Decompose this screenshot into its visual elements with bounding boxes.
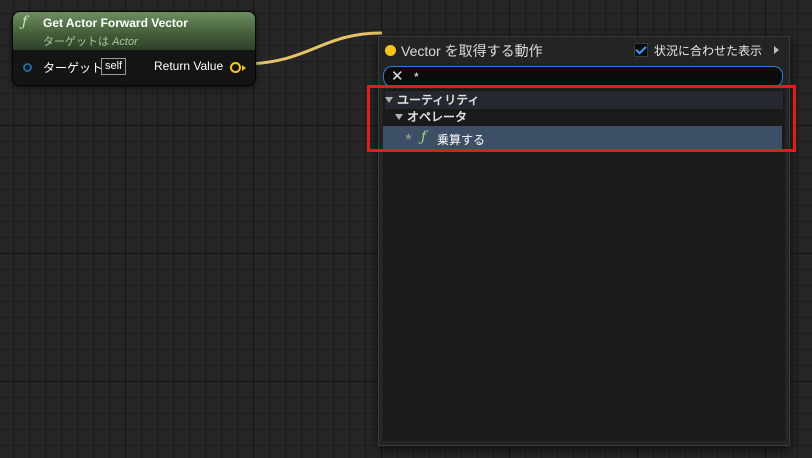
return-value-pin-icon[interactable] xyxy=(230,62,241,73)
action-context-menu: Vector を取得する動作 状況に合わせた表示 ✕ ユーティリティ オペレータ… xyxy=(378,36,790,446)
expand-arrow-icon[interactable] xyxy=(774,46,779,54)
return-value-arrow-icon xyxy=(242,65,246,71)
function-icon: ƒ xyxy=(421,129,427,145)
tree-subcategory-label: オペレータ xyxy=(407,110,468,124)
function-icon: ƒ xyxy=(22,14,28,30)
node-header[interactable]: ƒ Get Actor Forward Vector ターゲットは Actor xyxy=(13,12,255,50)
tree-category-operators[interactable]: オペレータ xyxy=(395,108,783,126)
tree-category-utilities[interactable]: ユーティリティ xyxy=(385,91,783,109)
node-body: ターゲット self Return Value xyxy=(13,50,255,85)
search-box: ✕ xyxy=(383,66,783,87)
node-subtitle-prefix: ターゲットは xyxy=(43,36,113,48)
tree-category-label: ユーティリティ xyxy=(397,93,480,107)
context-sensitive-checkbox[interactable] xyxy=(634,43,648,57)
clear-search-icon[interactable]: ✕ xyxy=(391,68,404,85)
menu-header: Vector を取得する動作 状況に合わせた表示 xyxy=(379,37,789,65)
collapse-triangle-icon[interactable] xyxy=(385,97,393,103)
node-title: Get Actor Forward Vector xyxy=(43,16,188,30)
return-value-label: Return Value xyxy=(154,59,224,73)
target-default-value: self xyxy=(101,58,127,75)
node-subtitle-class: Actor xyxy=(112,36,138,48)
menu-title: Vector を取得する動作 xyxy=(401,43,543,59)
target-pin-icon[interactable] xyxy=(23,63,32,72)
favorite-star-icon[interactable]: ★ xyxy=(404,132,413,143)
vector-type-dot-icon xyxy=(385,45,396,56)
target-pin-label: ターゲット xyxy=(43,61,104,75)
action-results-tree[interactable]: ユーティリティ オペレータ ★ ƒ 乗算する xyxy=(383,89,785,441)
tree-item-label: 乗算する xyxy=(437,133,486,147)
get-actor-forward-vector-node[interactable]: ƒ Get Actor Forward Vector ターゲットは Actor … xyxy=(12,11,256,86)
collapse-triangle-icon[interactable] xyxy=(395,114,403,120)
search-input[interactable] xyxy=(414,69,764,84)
context-sensitive-label[interactable]: 状況に合わせた表示 xyxy=(654,42,762,59)
node-subtitle: ターゲットは Actor xyxy=(43,33,138,49)
tree-item-multiply[interactable]: ★ ƒ 乗算する xyxy=(383,126,782,151)
